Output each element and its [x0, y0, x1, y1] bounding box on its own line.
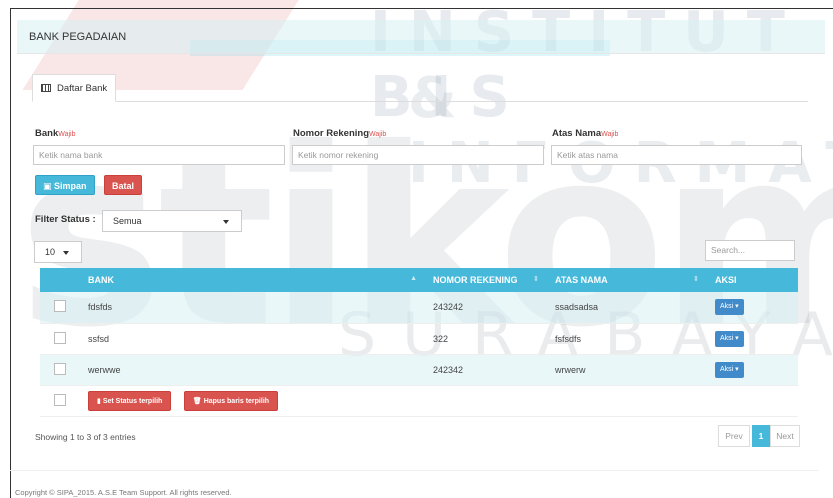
- sort-asc-icon: ▲: [410, 275, 417, 282]
- select-all-header: [40, 268, 80, 292]
- filter-status-value: Semua: [113, 216, 142, 226]
- filter-status-select[interactable]: Semua: [102, 210, 242, 232]
- pagination-prev[interactable]: Prev: [718, 425, 750, 447]
- bank-input[interactable]: Ketik nama bank: [33, 145, 285, 165]
- filter-status-label: Filter Status :: [35, 214, 96, 225]
- table-icon: [41, 84, 51, 92]
- table-info: Showing 1 to 3 of 3 entries: [35, 432, 136, 442]
- column-header-atas-nama[interactable]: ATAS NAMA ⇕: [547, 268, 707, 292]
- panel-title: BANK PEGADAIAN: [17, 20, 825, 54]
- save-icon: ▣: [43, 181, 52, 191]
- search-input[interactable]: Search...: [705, 240, 795, 261]
- cell-nomor-rekening: 322: [425, 323, 547, 355]
- bank-label: BankWajib: [35, 128, 76, 139]
- nomor-rekening-label: Nomor RekeningWajib: [293, 128, 387, 139]
- sort-icon: ⇕: [693, 276, 699, 283]
- tab-bar: Daftar Bank: [32, 74, 808, 102]
- atas-nama-label: Atas NamaWajib: [552, 128, 619, 139]
- footer-copyright: Copyright © SIPA_2015. A.S.E Team Suppor…: [15, 488, 232, 497]
- tab-label: Daftar Bank: [57, 83, 108, 94]
- row-checkbox[interactable]: [54, 300, 66, 313]
- pagination-page-1[interactable]: 1: [752, 425, 770, 447]
- pagination-next[interactable]: Next: [770, 425, 800, 447]
- bookmark-icon: ▮: [97, 397, 101, 405]
- nomor-rekening-input[interactable]: Ketik nomor rekening: [292, 145, 544, 165]
- cancel-button[interactable]: Batal: [104, 175, 143, 195]
- cell-bank: fdsfds: [80, 292, 425, 324]
- cell-nomor-rekening: 243242: [425, 292, 547, 324]
- select-all-checkbox[interactable]: [54, 393, 66, 406]
- page-size-value: 10: [45, 247, 56, 257]
- required-tag: Wajib: [369, 131, 387, 138]
- cell-nomor-rekening: 242342: [425, 354, 547, 386]
- column-header-bank[interactable]: BANK ▲: [80, 268, 425, 292]
- trash-icon: 🗑: [192, 397, 202, 405]
- bank-table: BANK ▲ NOMOR REKENING ⇕ ATAS NAMA ⇕ AKSI fd…: [40, 268, 798, 417]
- cell-bank: ssfsd: [80, 323, 425, 355]
- required-tag: Wajib: [58, 131, 76, 138]
- tab-daftar-bank[interactable]: Daftar Bank: [32, 74, 117, 102]
- main-panel: BANK PEGADAIAN: [17, 20, 825, 54]
- column-header-aksi: AKSI: [707, 268, 798, 292]
- atas-nama-input[interactable]: Ketik atas nama: [551, 145, 802, 165]
- cell-atas-nama: wrwerw: [547, 354, 707, 386]
- cell-bank: werwwe: [80, 354, 425, 386]
- aksi-dropdown-button[interactable]: Aksi ▾: [715, 299, 744, 316]
- set-status-button[interactable]: ▮ Set Status terpilih: [88, 390, 172, 411]
- page-size-select[interactable]: 10: [34, 241, 82, 263]
- cell-atas-nama: ssadsadsa: [547, 292, 707, 324]
- aksi-dropdown-button[interactable]: Aksi ▾: [715, 330, 744, 347]
- table-row: fdsfds 243242 ssadsadsa Aksi ▾: [40, 292, 798, 324]
- aksi-dropdown-button[interactable]: Aksi ▾: [715, 361, 744, 378]
- required-tag: Wajib: [601, 131, 619, 138]
- table-row: ssfsd 322 fsfsdfs Aksi ▾: [40, 323, 798, 355]
- footer-divider: [10, 470, 818, 471]
- sort-icon: ⇕: [533, 276, 539, 283]
- bulk-action-row: ▮ Set Status terpilih 🗑 Hapus baris terp…: [40, 385, 798, 417]
- delete-selected-button[interactable]: 🗑 Hapus baris terpilih: [183, 390, 279, 411]
- cell-atas-nama: fsfsdfs: [547, 323, 707, 355]
- chevron-down-icon: [63, 251, 69, 255]
- table-row: werwwe 242342 wrwerw Aksi ▾: [40, 354, 798, 386]
- column-header-nomor-rekening[interactable]: NOMOR REKENING ⇕: [425, 268, 547, 292]
- table-header-row: BANK ▲ NOMOR REKENING ⇕ ATAS NAMA ⇕ AKSI: [40, 268, 798, 292]
- row-checkbox[interactable]: [54, 362, 66, 375]
- row-checkbox[interactable]: [54, 331, 66, 344]
- chevron-down-icon: [223, 220, 229, 224]
- save-button[interactable]: ▣ Simpan: [35, 175, 95, 195]
